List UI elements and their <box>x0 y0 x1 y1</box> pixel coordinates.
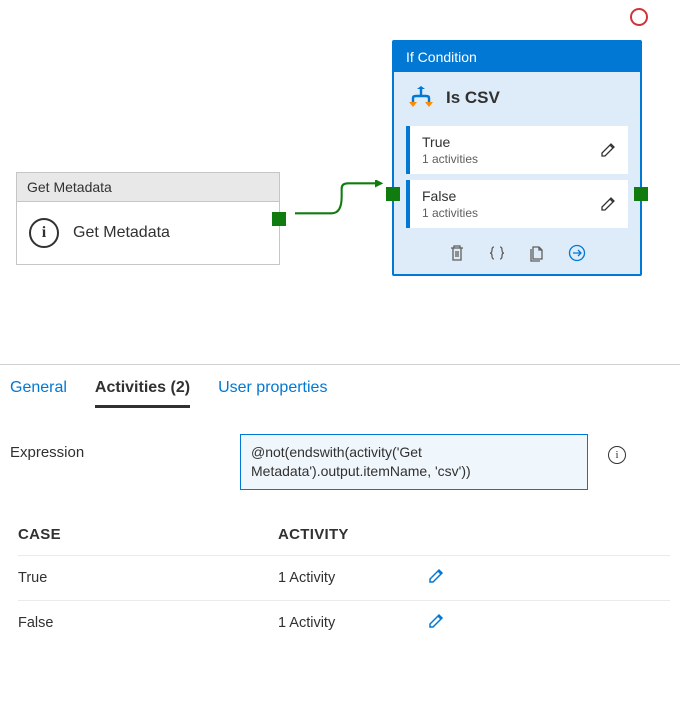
column-activity-header: ACTIVITY <box>278 526 428 543</box>
get-metadata-node[interactable]: Get Metadata i Get Metadata <box>16 172 280 265</box>
if-condition-node[interactable]: If Condition Is CSV True 1 activities Fa… <box>392 40 642 276</box>
output-port[interactable] <box>272 212 286 226</box>
info-icon[interactable]: i <box>608 446 626 464</box>
edit-icon[interactable] <box>600 142 616 158</box>
branch-icon <box>408 86 434 110</box>
if-condition-header: If Condition <box>394 42 640 72</box>
connector-arrow <box>280 180 400 230</box>
case-subtitle: 1 activities <box>422 152 478 166</box>
if-condition-title: Is CSV <box>446 88 500 108</box>
tab-general[interactable]: General <box>10 379 67 408</box>
delete-icon[interactable] <box>448 244 466 262</box>
settings-tabs: General Activities (2) User properties <box>0 365 680 408</box>
info-icon: i <box>29 218 59 248</box>
output-port[interactable] <box>634 187 648 201</box>
case-name: False <box>422 188 478 204</box>
copy-icon[interactable] <box>528 244 546 262</box>
case-subtitle: 1 activities <box>422 206 478 220</box>
case-activity-table: CASE ACTIVITY True 1 Activity False 1 Ac… <box>0 500 680 645</box>
table-row: False 1 Activity <box>18 600 670 645</box>
table-row: True 1 Activity <box>18 555 670 600</box>
expand-icon[interactable] <box>568 244 586 262</box>
expression-label: Expression <box>10 434 220 461</box>
pipeline-canvas[interactable]: Get Metadata i Get Metadata If Condition… <box>0 0 680 350</box>
get-metadata-header: Get Metadata <box>17 173 279 202</box>
case-cell: False <box>18 615 278 631</box>
case-false[interactable]: False 1 activities <box>406 180 628 228</box>
column-case-header: CASE <box>18 526 278 543</box>
case-name: True <box>422 134 478 150</box>
case-cell: True <box>18 570 278 586</box>
tab-user-properties[interactable]: User properties <box>218 379 327 408</box>
validation-error-indicator <box>630 8 648 26</box>
get-metadata-label: Get Metadata <box>73 224 170 242</box>
activity-cell: 1 Activity <box>278 615 428 631</box>
code-icon[interactable] <box>488 244 506 262</box>
activity-cell: 1 Activity <box>278 570 428 586</box>
case-true[interactable]: True 1 activities <box>406 126 628 174</box>
tab-activities[interactable]: Activities (2) <box>95 379 190 408</box>
input-port[interactable] <box>386 187 400 201</box>
edit-icon[interactable] <box>600 196 616 212</box>
expression-input[interactable]: @not(endswith(activity('Get Metadata').o… <box>240 434 588 490</box>
edit-icon[interactable] <box>428 613 444 629</box>
edit-icon[interactable] <box>428 568 444 584</box>
